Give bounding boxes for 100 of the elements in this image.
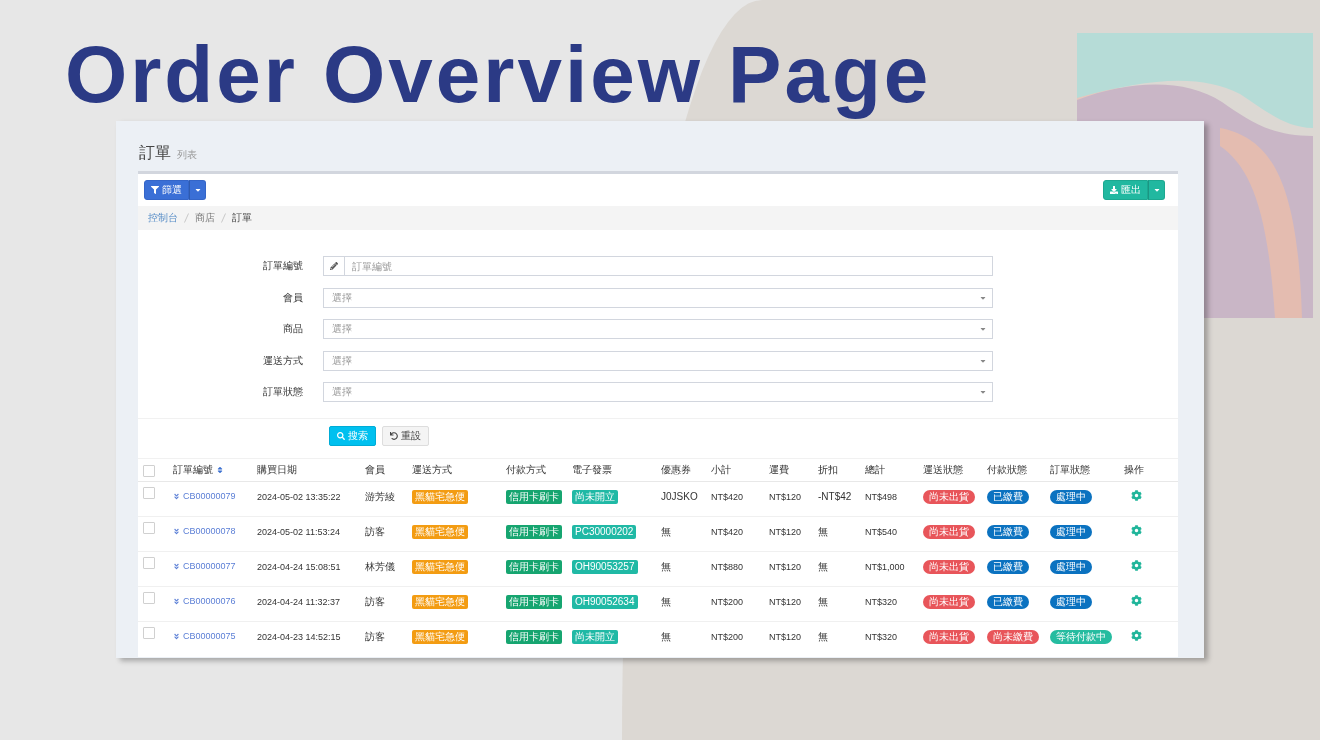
field-label: 訂單編號	[263, 259, 303, 273]
payment-method-tag: 信用卡刷卡	[506, 595, 562, 609]
status-badge: 處理中	[1050, 595, 1092, 609]
row-checkbox[interactable]	[143, 557, 155, 569]
amount-text: 無	[818, 631, 828, 642]
settings-icon[interactable]	[1131, 630, 1142, 641]
invoice-tag: 尚未開立	[572, 490, 618, 504]
row-checkbox[interactable]	[143, 522, 155, 534]
shipping-method-tag: 黑貓宅急便	[412, 525, 468, 539]
dropdown-toggle-button[interactable]	[1148, 180, 1165, 200]
row-checkbox[interactable]	[143, 592, 155, 604]
double-chevron-down-icon[interactable]	[173, 598, 180, 605]
order-link[interactable]: CB00000076	[183, 595, 236, 608]
column-header: 優惠券	[661, 463, 691, 477]
date-text: 2024-04-24 11:32:37	[257, 597, 340, 607]
row-checkbox[interactable]	[143, 627, 155, 639]
amount-text: NT$498	[865, 492, 898, 502]
amount-text: 無	[818, 526, 828, 537]
breadcrumb-link[interactable]: 控制台	[148, 211, 178, 225]
settings-icon[interactable]	[1131, 560, 1142, 571]
status-badge: 處理中	[1050, 560, 1092, 574]
amount-text: NT$200	[711, 632, 744, 642]
settings-icon[interactable]	[1131, 525, 1142, 536]
payment-method-tag: 信用卡刷卡	[506, 630, 562, 644]
amount-text: NT$320	[865, 632, 898, 642]
double-chevron-down-icon[interactable]	[173, 633, 180, 640]
status-badge: 尚未出貨	[923, 560, 975, 574]
select-field[interactable]: 選擇	[323, 350, 993, 371]
shipping-method-tag: 黑貓宅急便	[412, 595, 468, 609]
column-header: 小計	[711, 463, 731, 477]
caret-icon	[979, 388, 987, 396]
page-title: 訂單	[139, 143, 171, 163]
coupon-code: 無	[661, 561, 671, 572]
order-link[interactable]: CB00000077	[183, 560, 236, 573]
double-chevron-down-icon[interactable]	[173, 563, 180, 570]
shipping-method-tag: 黑貓宅急便	[412, 560, 468, 574]
amount-text: NT$120	[769, 527, 802, 537]
search-icon	[337, 432, 345, 440]
status-badge: 尚未出貨	[923, 490, 975, 504]
invoice-tag: 尚未開立	[572, 630, 618, 644]
search-button[interactable]: 搜索	[329, 426, 376, 446]
member-name: 訪客	[365, 596, 385, 607]
date-text: 2024-05-02 11:53:24	[257, 527, 340, 537]
amount-text: NT$200	[711, 597, 744, 607]
row-checkbox[interactable]	[143, 487, 155, 499]
date-text: 2024-05-02 13:35:22	[257, 492, 341, 502]
field-label: 商品	[283, 322, 303, 336]
member-name: 游芳綾	[365, 491, 395, 502]
column-header[interactable]: 訂單編號	[173, 463, 224, 477]
pencil-icon	[330, 262, 338, 270]
amount-text: NT$120	[769, 492, 802, 502]
status-badge: 尚未出貨	[923, 630, 975, 644]
status-badge: 已繳費	[987, 560, 1029, 574]
status-badge: 尚未出貨	[923, 525, 975, 539]
select-all-checkbox[interactable]	[143, 464, 155, 477]
filter-button[interactable]: 篩選	[144, 180, 189, 200]
order-link[interactable]: CB00000075	[183, 630, 236, 643]
coupon-code: J0JSKO	[661, 491, 698, 502]
amount-text: NT$320	[865, 597, 898, 607]
input-field[interactable]: 訂單編號	[344, 256, 993, 276]
export-button[interactable]: 匯出	[1103, 180, 1148, 200]
column-header: 付款方式	[506, 463, 546, 477]
status-badge: 已繳費	[987, 490, 1029, 504]
select-field[interactable]: 選擇	[323, 382, 993, 402]
double-chevron-down-icon[interactable]	[173, 493, 180, 500]
undo-icon	[390, 432, 398, 440]
column-header: 付款狀態	[987, 463, 1027, 477]
reset-button[interactable]: 重設	[382, 426, 429, 446]
breadcrumb-separator	[184, 213, 189, 223]
amount-text: NT$420	[711, 492, 744, 502]
coupon-code: 無	[661, 526, 671, 537]
breadcrumb-item: 商店	[195, 211, 215, 225]
date-text: 2024-04-24 15:08:51	[257, 562, 341, 572]
double-chevron-down-icon[interactable]	[173, 528, 180, 535]
invoice-tag: PC30000202	[572, 525, 637, 539]
select-field[interactable]: 選擇	[323, 319, 993, 339]
status-badge: 尚未繳費	[987, 630, 1039, 644]
download-icon	[1110, 186, 1118, 194]
status-badge: 已繳費	[987, 595, 1029, 609]
amount-text: NT$880	[711, 562, 744, 572]
amount-text: 無	[818, 561, 828, 572]
column-header: 訂單狀態	[1050, 463, 1090, 477]
amount-text: NT$420	[711, 527, 744, 537]
order-link[interactable]: CB00000078	[183, 525, 236, 538]
status-badge: 處理中	[1050, 490, 1092, 504]
member-name: 林芳儀	[365, 561, 395, 572]
status-badge: 已繳費	[987, 525, 1029, 539]
invoice-tag: OH90052634	[572, 595, 638, 609]
breadcrumb-separator	[221, 213, 226, 223]
payment-method-tag: 信用卡刷卡	[506, 525, 562, 539]
select-field[interactable]: 選擇	[323, 287, 993, 308]
shipping-method-tag: 黑貓宅急便	[412, 630, 468, 644]
caret-icon	[979, 325, 987, 333]
column-header: 運送方式	[412, 463, 452, 477]
settings-icon[interactable]	[1131, 595, 1142, 606]
settings-icon[interactable]	[1131, 490, 1142, 501]
status-badge: 處理中	[1050, 525, 1092, 539]
order-link[interactable]: CB00000079	[183, 490, 236, 503]
page-subtitle: 列表	[177, 148, 197, 162]
dropdown-toggle-button[interactable]	[189, 180, 206, 200]
